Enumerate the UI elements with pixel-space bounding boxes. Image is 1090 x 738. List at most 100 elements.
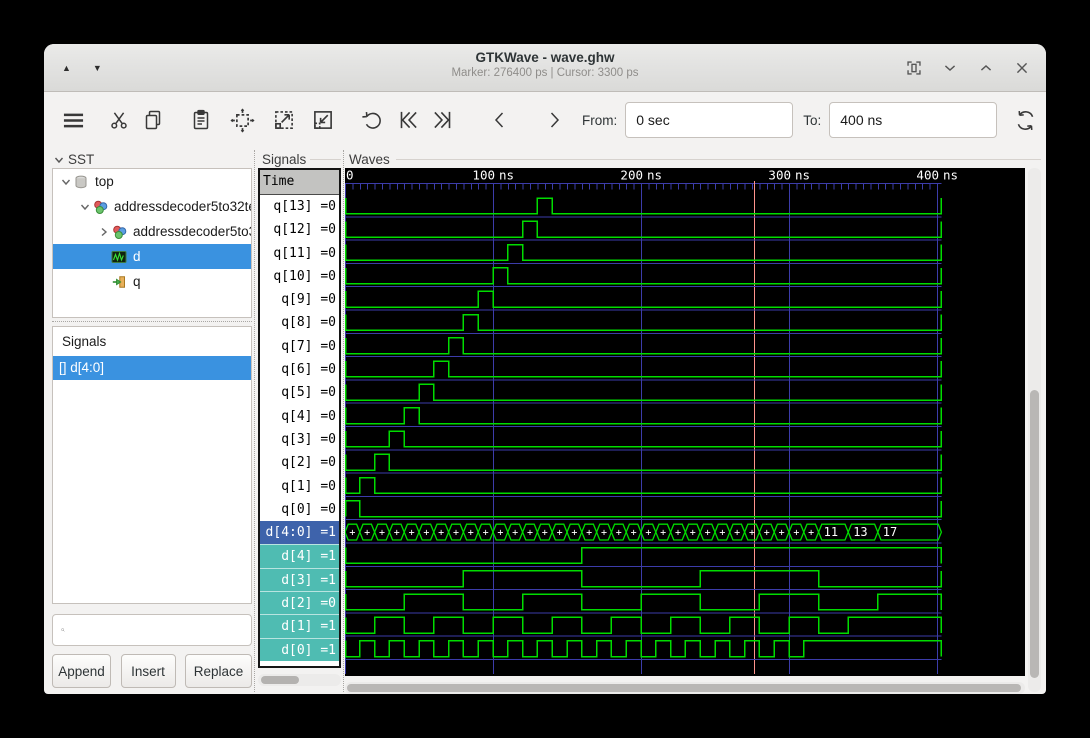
signal-row[interactable]: q[7] =0 (260, 335, 339, 358)
signal-action-buttons: Append Insert Replace (52, 654, 252, 688)
svg-text:+: + (586, 528, 592, 539)
signal-row[interactable]: d[4:0] =1 (260, 521, 339, 544)
svg-text:+: + (512, 528, 518, 539)
cut-icon[interactable] (107, 103, 131, 137)
from-input[interactable] (625, 102, 793, 138)
svg-text:+: + (660, 528, 666, 539)
tree-item-d[interactable]: d (53, 244, 251, 269)
tree-item-q[interactable]: q (53, 269, 251, 294)
wave-canvas[interactable]: ++++++++++++++++++++++++++++++++11131701… (345, 168, 1025, 676)
tree-item-addressdecoder5to32[interactable]: addressdecoder5to32 (53, 219, 251, 244)
prev-edge-icon[interactable] (488, 103, 512, 137)
signal-row[interactable]: d[1] =1 (260, 614, 339, 637)
waves-vertical-scrollbar[interactable] (1028, 168, 1041, 692)
chevron-up-icon[interactable] (974, 56, 998, 80)
expander-open-icon[interactable] (59, 177, 73, 187)
signal-row[interactable]: q[11] =0 (260, 242, 339, 265)
signal-row[interactable]: q[4] =0 (260, 405, 339, 428)
svg-text:+: + (705, 528, 711, 539)
fullscreen-icon[interactable] (902, 56, 926, 80)
go-to-end-icon[interactable] (430, 103, 456, 137)
scrollbar-thumb[interactable] (261, 676, 299, 684)
go-to-start-icon[interactable] (395, 103, 421, 137)
svg-text:+: + (497, 528, 503, 539)
expander-open-icon[interactable] (78, 202, 92, 212)
svg-text:+: + (719, 528, 725, 539)
to-input[interactable] (829, 102, 997, 138)
svg-text:400: 400 (916, 168, 939, 183)
sst-signals-panel: Signals [] d[4:0] (52, 326, 252, 604)
svg-text:+: + (571, 528, 577, 539)
svg-text:ns: ns (943, 168, 958, 183)
paste-icon[interactable] (189, 103, 213, 137)
svg-text:+: + (394, 528, 400, 539)
signal-row[interactable]: d[0] =1 (260, 638, 339, 661)
signal-name-table: Time q[13] =0q[12] =0q[11] =0q[10] =0q[9… (258, 168, 341, 668)
signal-row[interactable]: q[5] =0 (260, 381, 339, 404)
svg-text:+: + (764, 528, 770, 539)
sst-frame-label[interactable]: SST (54, 152, 94, 167)
svg-text:ns: ns (795, 168, 810, 183)
tree-item-top[interactable]: top (53, 169, 251, 194)
expander-closed-icon[interactable] (97, 227, 111, 237)
titlebar: ▲ ▼ GTKWave - wave.ghw Marker: 276400 ps… (44, 44, 1046, 92)
signals-horizontal-scrollbar[interactable] (258, 674, 341, 686)
svg-text:13: 13 (853, 525, 867, 539)
pane-splitter-horizontal[interactable] (52, 321, 252, 322)
replace-button[interactable]: Replace (185, 654, 252, 688)
signal-row[interactable]: q[12] =0 (260, 218, 339, 241)
svg-text:+: + (808, 528, 814, 539)
signal-row[interactable]: q[1] =0 (260, 475, 339, 498)
zoom-fit-icon[interactable] (229, 103, 256, 137)
svg-text:+: + (483, 528, 489, 539)
search-input[interactable] (71, 622, 251, 639)
svg-text:+: + (349, 528, 355, 539)
sst-signals-header: Signals (53, 327, 251, 356)
svg-text:+: + (379, 528, 385, 539)
close-icon[interactable] (1010, 56, 1034, 80)
signal-row[interactable]: q[8] =0 (260, 311, 339, 334)
signal-row[interactable]: q[2] =0 (260, 451, 339, 474)
scrollbar-thumb[interactable] (1030, 390, 1039, 678)
shade-down-icon[interactable]: ▼ (93, 64, 102, 73)
undo-icon[interactable] (360, 103, 385, 137)
menu-icon[interactable] (60, 103, 87, 137)
svg-text:+: + (631, 528, 637, 539)
signal-row[interactable]: d[3] =1 (260, 568, 339, 591)
svg-text:+: + (675, 528, 681, 539)
svg-text:+: + (438, 528, 444, 539)
copy-icon[interactable] (141, 103, 165, 137)
signal-row[interactable]: q[9] =0 (260, 288, 339, 311)
tree-item-label: top (95, 174, 114, 189)
tree-item-addressdecoder5to32tes[interactable]: addressdecoder5to32tes (53, 194, 251, 219)
tree-item-label: q (133, 274, 141, 289)
pane-splitter-right[interactable] (343, 150, 344, 692)
insert-button[interactable]: Insert (121, 654, 176, 688)
signal-row[interactable]: q[3] =0 (260, 428, 339, 451)
pane-splitter-left[interactable] (254, 150, 255, 692)
zoom-out-icon[interactable] (310, 103, 336, 137)
append-button[interactable]: Append (52, 654, 111, 688)
signal-row[interactable]: q[6] =0 (260, 358, 339, 381)
chevron-down-icon (54, 155, 64, 165)
signal-list-item[interactable]: [] d[4:0] (53, 356, 251, 380)
svg-text:300: 300 (768, 168, 791, 183)
signal-row[interactable]: q[0] =0 (260, 498, 339, 521)
window-title: GTKWave - wave.ghw (44, 50, 1046, 65)
waves-horizontal-scrollbar[interactable] (345, 682, 1025, 694)
shade-up-icon[interactable]: ▲ (62, 64, 71, 73)
svg-text:200: 200 (620, 168, 643, 183)
tree-item-label: addressdecoder5to32tes (114, 199, 251, 214)
signal-row[interactable]: d[4] =1 (260, 544, 339, 567)
svg-text:+: + (749, 528, 755, 539)
signal-row[interactable]: d[2] =0 (260, 591, 339, 614)
signal-row[interactable]: q[13] =0 (260, 195, 339, 218)
svg-text:+: + (409, 528, 415, 539)
next-edge-icon[interactable] (542, 103, 566, 137)
chevron-down-icon[interactable] (938, 56, 962, 80)
reload-icon[interactable] (1013, 103, 1038, 137)
signal-row[interactable]: q[10] =0 (260, 265, 339, 288)
scrollbar-thumb[interactable] (347, 684, 1021, 692)
zoom-in-icon[interactable] (271, 103, 297, 137)
svg-text:+: + (645, 528, 651, 539)
